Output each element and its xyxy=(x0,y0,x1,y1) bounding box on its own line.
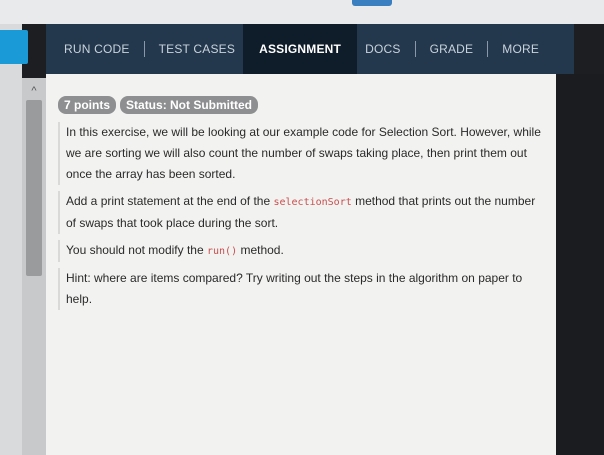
tab-grade[interactable]: GRADE xyxy=(422,24,482,74)
hint-paragraph: Hint: where are items compared? Try writ… xyxy=(58,268,546,310)
left-bezel xyxy=(0,24,22,455)
paragraph-text: Add a print statement at the end of the xyxy=(66,194,274,208)
constraint-paragraph: You should not modify the run() method. xyxy=(58,240,546,262)
paragraph-text: In this exercise, we will be looking at … xyxy=(66,125,541,181)
tab-docs[interactable]: DOCS xyxy=(357,24,408,74)
scrollbar-thumb[interactable] xyxy=(26,100,42,276)
nav-separator xyxy=(414,41,416,57)
right-bezel xyxy=(556,74,604,455)
code-selection-sort: selectionSort xyxy=(273,197,352,208)
status-badge: Status: Not Submitted xyxy=(120,96,259,114)
nav-separator xyxy=(487,41,489,57)
chevron-up-icon[interactable]: ^ xyxy=(23,84,45,98)
window-handle xyxy=(352,0,392,6)
nav-separator xyxy=(143,41,145,57)
badge-row: 7 points Status: Not Submitted xyxy=(58,96,546,114)
tab-assignment[interactable]: ASSIGNMENT xyxy=(243,24,358,74)
tab-more[interactable]: MORE xyxy=(494,24,547,74)
assignment-content: 7 points Status: Not Submitted In this e… xyxy=(46,74,556,455)
code-run-method: run() xyxy=(207,246,238,257)
assignment-nav-bar: RUN CODE TEST CASES ASSIGNMENT DOCS GRAD… xyxy=(46,24,574,74)
tab-run-code[interactable]: RUN CODE xyxy=(56,24,138,74)
task-paragraph: Add a print statement at the end of the … xyxy=(58,191,546,234)
paragraph-text: Hint: where are items compared? Try writ… xyxy=(66,271,523,306)
paragraph-text: method. xyxy=(237,243,284,257)
tab-test-cases[interactable]: TEST CASES xyxy=(151,24,243,74)
instructions-paragraph: In this exercise, we will be looking at … xyxy=(58,122,546,185)
side-panel-tab[interactable] xyxy=(0,30,28,64)
points-badge: 7 points xyxy=(58,96,117,114)
paragraph-text: You should not modify the xyxy=(66,243,207,257)
top-strip xyxy=(0,0,604,24)
